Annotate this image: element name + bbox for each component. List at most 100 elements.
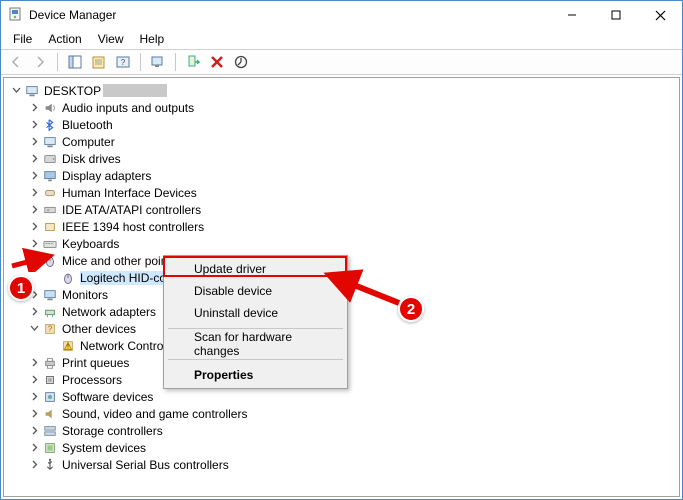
expand-icon[interactable] xyxy=(28,374,40,386)
tree-node[interactable]: Audio inputs and outputs xyxy=(4,99,679,116)
menu-action[interactable]: Action xyxy=(40,31,89,47)
expand-icon[interactable] xyxy=(28,119,40,131)
toolbar: ? xyxy=(1,49,682,75)
separator xyxy=(140,53,141,71)
system-icon xyxy=(42,440,58,456)
tree-label: Sound, video and game controllers xyxy=(62,407,247,421)
device-manager-window: Device Manager File Action View Help ? D… xyxy=(0,0,683,500)
mouse-icon xyxy=(42,253,58,269)
expand-icon[interactable] xyxy=(28,170,40,182)
separator xyxy=(57,53,58,71)
tree-label: Bluetooth xyxy=(62,118,113,132)
tree-node[interactable]: System devices xyxy=(4,439,679,456)
warn-icon: ! xyxy=(60,338,76,354)
close-button[interactable] xyxy=(638,1,682,29)
collapse-icon[interactable] xyxy=(28,323,40,335)
other-icon: ? xyxy=(42,321,58,337)
audio-icon xyxy=(42,100,58,116)
computer-icon xyxy=(42,134,58,150)
mouse-icon xyxy=(60,270,76,286)
expand-icon[interactable] xyxy=(28,425,40,437)
annotation-badge-1: 1 xyxy=(8,275,34,301)
network-icon xyxy=(42,304,58,320)
collapse-icon[interactable] xyxy=(28,255,40,267)
tree-label: Monitors xyxy=(62,288,108,302)
uninstall-button[interactable] xyxy=(206,51,228,73)
expand-icon[interactable] xyxy=(28,391,40,403)
svg-text:?: ? xyxy=(48,324,53,333)
tree-label: System devices xyxy=(62,441,146,455)
forward-button[interactable] xyxy=(29,51,51,73)
tree-node[interactable]: Human Interface Devices xyxy=(4,184,679,201)
tree-label: Print queues xyxy=(62,356,129,370)
expand-icon[interactable] xyxy=(28,238,40,250)
tree-node[interactable]: IEEE 1394 host controllers xyxy=(4,218,679,235)
tree-label: Other devices xyxy=(62,322,136,336)
expand-icon[interactable] xyxy=(28,221,40,233)
context-menu-item[interactable]: Update driver xyxy=(166,258,345,280)
update-driver-button[interactable] xyxy=(230,51,252,73)
tree-node[interactable]: Display adapters xyxy=(4,167,679,184)
tree-label: Computer xyxy=(62,135,115,149)
menubar: File Action View Help xyxy=(1,29,682,49)
enable-button[interactable] xyxy=(182,51,204,73)
menu-help[interactable]: Help xyxy=(132,31,173,47)
app-icon xyxy=(7,7,23,23)
expand-icon[interactable] xyxy=(28,408,40,420)
hid-icon xyxy=(42,185,58,201)
window-controls xyxy=(550,1,682,29)
disk-icon xyxy=(42,151,58,167)
tree-node[interactable]: Universal Serial Bus controllers xyxy=(4,456,679,473)
tree-label: Human Interface Devices xyxy=(62,186,197,200)
tree-node[interactable]: Disk drives xyxy=(4,150,679,167)
expand-icon[interactable] xyxy=(28,442,40,454)
expand-icon[interactable] xyxy=(28,357,40,369)
software-icon xyxy=(42,389,58,405)
collapse-icon[interactable] xyxy=(10,85,22,97)
keyboard-icon xyxy=(42,236,58,252)
menu-file[interactable]: File xyxy=(5,31,40,47)
scan-hardware-button[interactable] xyxy=(147,51,169,73)
tree-node[interactable]: Storage controllers xyxy=(4,422,679,439)
back-button[interactable] xyxy=(5,51,27,73)
expand-icon[interactable] xyxy=(28,153,40,165)
expand-icon[interactable] xyxy=(28,136,40,148)
expand-icon[interactable] xyxy=(28,187,40,199)
context-menu-item[interactable]: Uninstall device xyxy=(166,302,345,324)
tree-node[interactable]: IDE ATA/ATAPI controllers xyxy=(4,201,679,218)
tree-node[interactable]: Software devices xyxy=(4,388,679,405)
svg-text:!: ! xyxy=(67,343,69,350)
tree-label: Network Contro xyxy=(80,339,163,353)
tree-node[interactable]: Bluetooth xyxy=(4,116,679,133)
tree-node[interactable]: Keyboards xyxy=(4,235,679,252)
expand-icon[interactable] xyxy=(28,204,40,216)
properties-button[interactable] xyxy=(88,51,110,73)
context-menu-item[interactable]: Scan for hardware changes xyxy=(166,333,345,355)
annotation-badge-2: 2 xyxy=(398,296,424,322)
redacted-hostname xyxy=(103,84,167,97)
no-expand xyxy=(46,272,58,284)
menu-view[interactable]: View xyxy=(90,31,132,47)
context-menu-separator xyxy=(168,359,343,360)
help-button[interactable]: ? xyxy=(112,51,134,73)
context-menu-item[interactable]: Disable device xyxy=(166,280,345,302)
ide-icon xyxy=(42,202,58,218)
tree-label: Network adapters xyxy=(62,305,156,319)
display-icon xyxy=(42,168,58,184)
tree-node[interactable]: Sound, video and game controllers xyxy=(4,405,679,422)
separator xyxy=(175,53,176,71)
minimize-button[interactable] xyxy=(550,1,594,29)
expand-icon[interactable] xyxy=(28,306,40,318)
tree-node[interactable]: DESKTOP xyxy=(4,82,679,99)
tree-label: Processors xyxy=(62,373,122,387)
expand-icon[interactable] xyxy=(28,102,40,114)
show-hide-panel-button[interactable] xyxy=(64,51,86,73)
tree-node[interactable]: Computer xyxy=(4,133,679,150)
context-menu-separator xyxy=(168,328,343,329)
ieee-icon xyxy=(42,219,58,235)
tree-label: Disk drives xyxy=(62,152,121,166)
no-expand xyxy=(46,340,58,352)
context-menu-item[interactable]: Properties xyxy=(166,364,345,386)
expand-icon[interactable] xyxy=(28,459,40,471)
maximize-button[interactable] xyxy=(594,1,638,29)
